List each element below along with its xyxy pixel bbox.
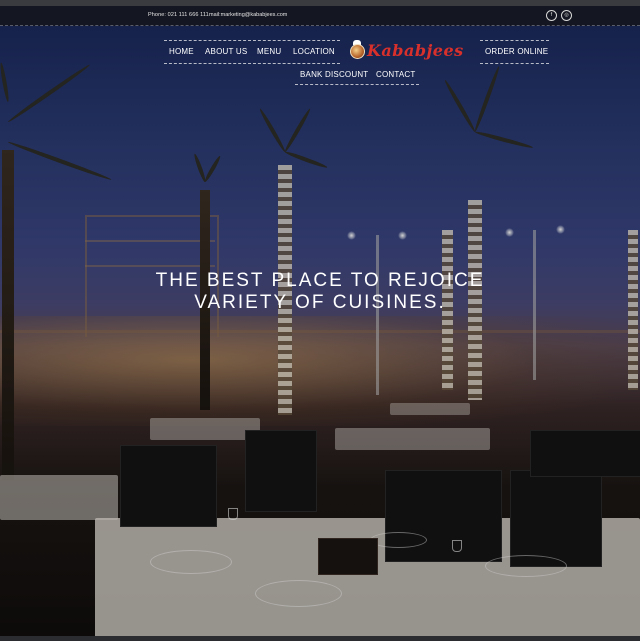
hero-dim-overlay [0,26,640,641]
nav-menu[interactable]: MENU [257,47,281,56]
bottom-strip [0,636,640,641]
nav-bank-discount[interactable]: BANK DISCOUNT [300,70,368,79]
page: Phone: 021 111 666 111 mail:marketing@ka… [0,0,640,641]
brand-logo-text[interactable]: Kababjees [367,41,464,60]
main-nav-right: ORDER ONLINE [480,40,549,64]
main-nav-left: HOME ABOUT US MENU LOCATION [164,40,340,64]
nav-location[interactable]: LOCATION [293,47,335,56]
hero-headline-line2: VARIETY OF CUISINES. [194,292,446,313]
secondary-nav: BANK DISCOUNT CONTACT [295,64,419,85]
nav-order-online[interactable]: ORDER ONLINE [485,47,548,56]
nav-contact[interactable]: CONTACT [376,70,415,79]
logo-icon[interactable] [350,44,365,59]
top-info-bar: Phone: 021 111 666 111 mail:marketing@ka… [0,6,640,26]
hero-headline-line1: THE BEST PLACE TO REJOICE [155,270,485,291]
instagram-icon[interactable]: ◎ [561,10,572,21]
email-address[interactable]: mail:marketing@kababjees.com [209,12,287,18]
nav-home[interactable]: HOME [169,47,194,56]
nav-about-us[interactable]: ABOUT US [205,47,247,56]
phone-number: Phone: 021 111 666 111 [148,12,209,18]
facebook-icon[interactable]: f [546,10,557,21]
